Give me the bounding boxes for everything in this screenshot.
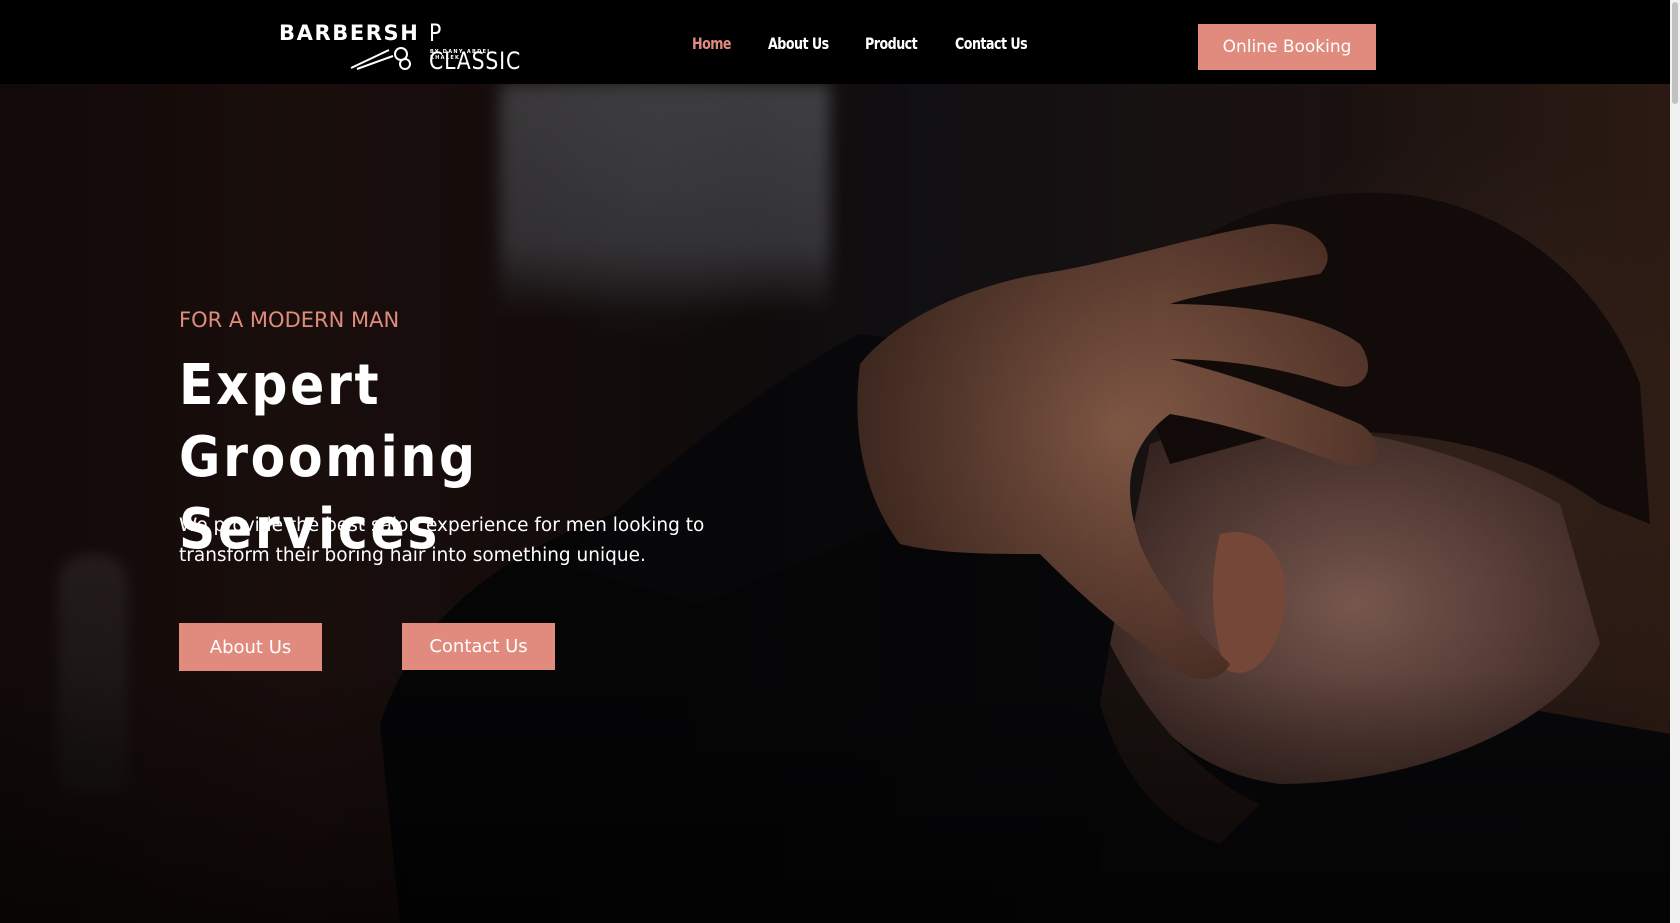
logo-word-barbershop: BARBERSH xyxy=(279,21,420,45)
nav-home[interactable]: Home xyxy=(692,34,732,53)
logo-tagline: BY DANY ABDEL KHALEK xyxy=(430,49,492,61)
logo-word-classic: P CLASSIC xyxy=(429,19,522,75)
nav-product[interactable]: Product xyxy=(865,34,918,53)
hero-eyebrow: FOR A MODERN MAN xyxy=(179,308,400,332)
brand-logo[interactable]: BARBERSH P CLASSIC BY DANY ABDEL KHALEK xyxy=(279,18,522,75)
contact-us-button[interactable]: Contact Us xyxy=(402,623,555,670)
hero-headline-line1: Expert Grooming xyxy=(179,353,478,490)
about-us-button[interactable]: About Us xyxy=(179,623,322,671)
nav-about-us[interactable]: About Us xyxy=(768,34,829,53)
online-booking-button[interactable]: Online Booking xyxy=(1198,24,1376,70)
site-header: BARBERSH P CLASSIC BY DANY ABDEL KHALEK … xyxy=(0,0,1670,84)
hero-section: FOR A MODERN MAN Expert Grooming Service… xyxy=(0,84,1670,923)
scrollbar-thumb[interactable] xyxy=(1672,2,1678,104)
hero-description: We provide the best salon experience for… xyxy=(179,515,705,566)
nav-contact-us[interactable]: Contact Us xyxy=(955,34,1028,53)
scissors-icon xyxy=(350,47,411,70)
page-scrollbar[interactable] xyxy=(1670,0,1680,923)
